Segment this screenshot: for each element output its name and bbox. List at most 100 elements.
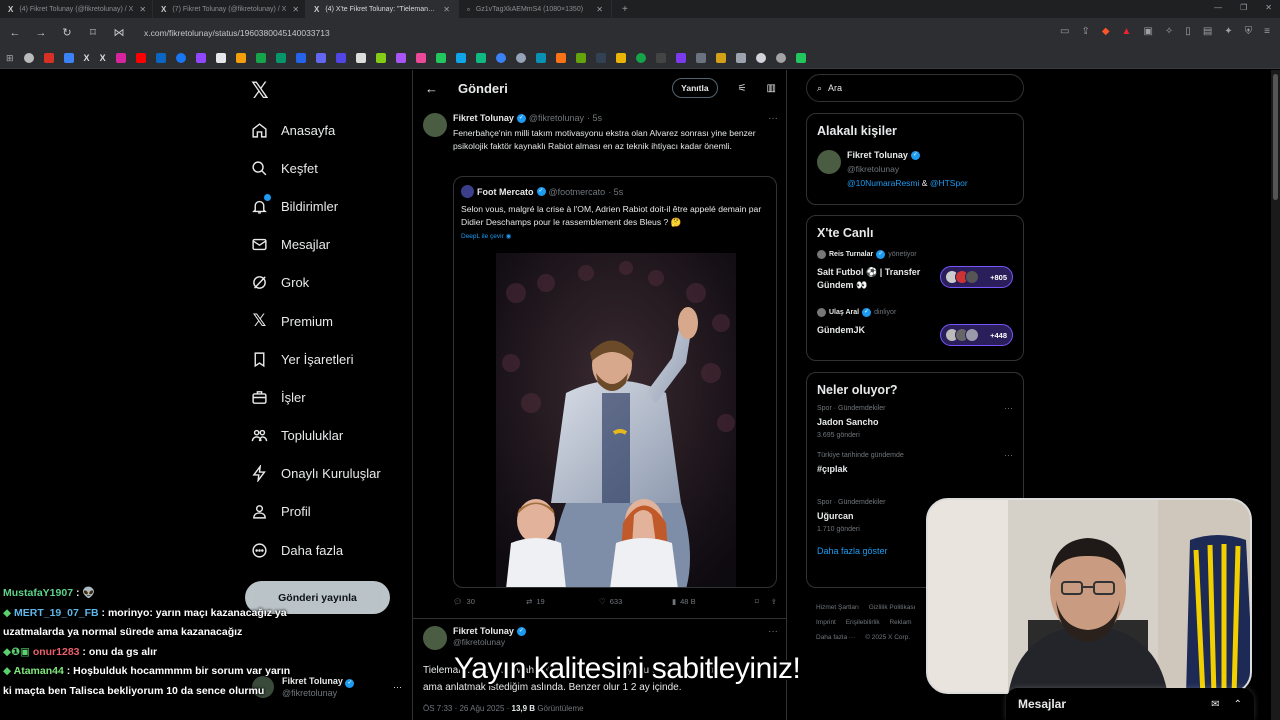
apps-icon[interactable]: ⊞ (6, 53, 14, 63)
bookmark-icon[interactable] (235, 52, 246, 63)
bookmark-icon[interactable] (575, 52, 586, 63)
folder-icon[interactable] (715, 52, 726, 63)
bookmark-icon[interactable] (795, 52, 806, 63)
mention-link[interactable]: @10NumaraResmi (847, 178, 919, 188)
translate-link[interactable]: DeepL ile çevir ◉ (461, 232, 511, 240)
bookmark-icon[interactable] (335, 52, 346, 63)
mention-link[interactable]: @HTSpor (930, 178, 968, 188)
bookmark-icon[interactable] (755, 52, 766, 63)
bookmark-icon[interactable] (495, 52, 506, 63)
bookmark-page-icon[interactable]: ⌑ (86, 26, 100, 39)
avatar[interactable] (423, 626, 447, 650)
bookmark-icon[interactable] (315, 52, 326, 63)
reader-view-icon[interactable]: ▥ (767, 83, 776, 94)
reload-icon[interactable]: ↻ (60, 26, 74, 39)
new-tab-icon[interactable]: + (612, 4, 638, 15)
close-icon[interactable]: ✕ (292, 5, 299, 14)
twitch-icon[interactable] (195, 52, 206, 63)
browser-tab-active[interactable]: X (4) X'te Fikret Tolunay: "Tieleman… ✕ (306, 0, 459, 18)
bookmark-icon[interactable] (355, 52, 366, 63)
instagram-icon[interactable] (115, 52, 126, 63)
author-name[interactable]: Fikret Tolunay (453, 113, 514, 123)
more-icon[interactable]: ··· (1004, 450, 1013, 460)
more-icon[interactable]: ··· (768, 626, 778, 637)
leo-icon[interactable]: ✦ (1224, 26, 1232, 37)
footer-link[interactable]: Erişilebilirlik (846, 619, 880, 626)
x-logo-icon[interactable]: 𝕏 (251, 78, 269, 104)
trend-item[interactable]: Spor · Gündemdekiler Jadon Sancho 3.695 … (817, 397, 1013, 444)
messages-drawer[interactable]: Mesajlar ✉ ⌃ (1006, 688, 1254, 720)
quoted-tweet[interactable]: Foot Mercato ✓ @footmercato · 5s Selon v… (453, 176, 777, 588)
sidebar-item-grok[interactable]: Grok (250, 264, 381, 302)
close-icon[interactable]: ✕ (139, 5, 146, 14)
author-name[interactable]: Fikret Tolunay (453, 626, 514, 636)
back-icon[interactable]: ← (8, 27, 22, 39)
browser-tab[interactable]: ▫ Gz1vTagXkAEMmS4 (1080×1350) ✕ (459, 0, 612, 18)
trend-item[interactable]: Türkiye tarihinde gündemde #çıplak ··· (817, 444, 1013, 491)
url-field[interactable]: x.com/fikretolunay/status/19603800451400… (144, 28, 330, 38)
back-arrow-icon[interactable]: ← (425, 81, 438, 96)
bookmark-icon[interactable] (675, 52, 686, 63)
bookmark-icon[interactable]: ⌑ (755, 597, 759, 606)
bookmark-icon[interactable] (435, 52, 446, 63)
bookmark-icon[interactable] (635, 52, 646, 63)
restore-icon[interactable]: ❐ (1240, 3, 1247, 12)
facebook-icon[interactable] (175, 52, 186, 63)
browser-tab[interactable]: X (7) Fikret Tolunay (@fikretolunay) / X ✕ (153, 0, 306, 18)
author-handle[interactable]: @fikretolunay (529, 113, 584, 123)
related-person[interactable]: Fikret Tolunay ✓ @fikretolunay @10NumaraR… (817, 148, 1013, 192)
close-icon[interactable]: ✕ (596, 5, 603, 14)
extensions-icon[interactable]: ✧ (1165, 26, 1173, 37)
more-icon[interactable]: ··· (768, 113, 778, 124)
bookmark-icon[interactable] (535, 52, 546, 63)
bookmark-icon[interactable] (415, 52, 426, 63)
bookmark-icon[interactable] (555, 52, 566, 63)
sidebar-item-jobs[interactable]: İşler (250, 378, 381, 416)
close-icon[interactable]: ✕ (443, 5, 450, 14)
more-icon[interactable]: ··· (393, 682, 402, 692)
footer-link[interactable]: Hizmet Şartları (816, 604, 859, 611)
bookmark-icon[interactable] (515, 52, 526, 63)
listeners-pill[interactable]: +448 (940, 324, 1013, 346)
x-bookmark-icon[interactable]: X (100, 53, 106, 63)
bookmark-icon[interactable] (595, 52, 606, 63)
footer-link[interactable]: Reklam (889, 619, 911, 626)
scroll-thumb[interactable] (1273, 74, 1278, 200)
forward-icon[interactable]: → (34, 27, 48, 39)
live-space[interactable]: Reis Turnalar ✓ yönetiyor Salt Futbol ⚽ | … (817, 240, 1013, 298)
expand-icon[interactable]: ⌃ (1234, 699, 1242, 710)
sidebar-item-premium[interactable]: 𝕏 Premium (250, 302, 381, 340)
menu-icon[interactable]: ≡ (1264, 26, 1270, 37)
gmail-icon[interactable] (43, 52, 54, 63)
bookmark-icon[interactable] (155, 52, 166, 63)
bookmark-icon[interactable] (455, 52, 466, 63)
bookmark-icon[interactable] (775, 52, 786, 63)
bookmark-icon[interactable] (655, 52, 666, 63)
new-message-icon[interactable]: ✉ (1211, 699, 1219, 710)
bookmark-icon[interactable] (215, 52, 226, 63)
retweet-action[interactable]: ⇄ 19 (526, 597, 599, 606)
search-input[interactable]: ⌕ Ara (806, 74, 1024, 102)
wallet-icon[interactable]: ▣ (1143, 26, 1152, 37)
live-space[interactable]: Ulaş Aral ✓ dinliyor GündemJK +448 (817, 298, 1013, 356)
quote-photo[interactable] (496, 253, 736, 587)
sidebar-item-notifications[interactable]: Bildirimler (250, 187, 381, 225)
sidebar-item-explore[interactable]: Keşfet (250, 149, 381, 187)
vpn-icon[interactable]: ⛨ (1245, 26, 1253, 37)
close-window-icon[interactable]: ✕ (1265, 3, 1272, 12)
x-bookmark-icon[interactable]: X (84, 53, 90, 63)
sidebar-item-verified-orgs[interactable]: Onaylı Kuruluşlar (250, 455, 381, 493)
avatar[interactable] (423, 113, 447, 137)
share-icon[interactable]: ⇪ (771, 597, 777, 606)
share-icon[interactable]: ⇪ (1081, 26, 1089, 37)
sidebar-item-profile[interactable]: Profil (250, 493, 381, 531)
bookmark-icon[interactable] (23, 52, 34, 63)
bookmark-icon[interactable] (395, 52, 406, 63)
footer-link[interactable]: Daha fazla ··· (816, 634, 855, 641)
sidebar-item-communities[interactable]: Topluluklar (250, 417, 381, 455)
browser-tab[interactable]: X (4) Fikret Tolunay (@fikretolunay) / X ✕ (0, 0, 153, 18)
tweet-time[interactable]: · 5s (587, 113, 602, 123)
sliders-icon[interactable]: ⚟ (738, 83, 747, 94)
sidebar-icon[interactable]: ▯ (1185, 26, 1191, 37)
bookmark-icon[interactable] (695, 52, 706, 63)
